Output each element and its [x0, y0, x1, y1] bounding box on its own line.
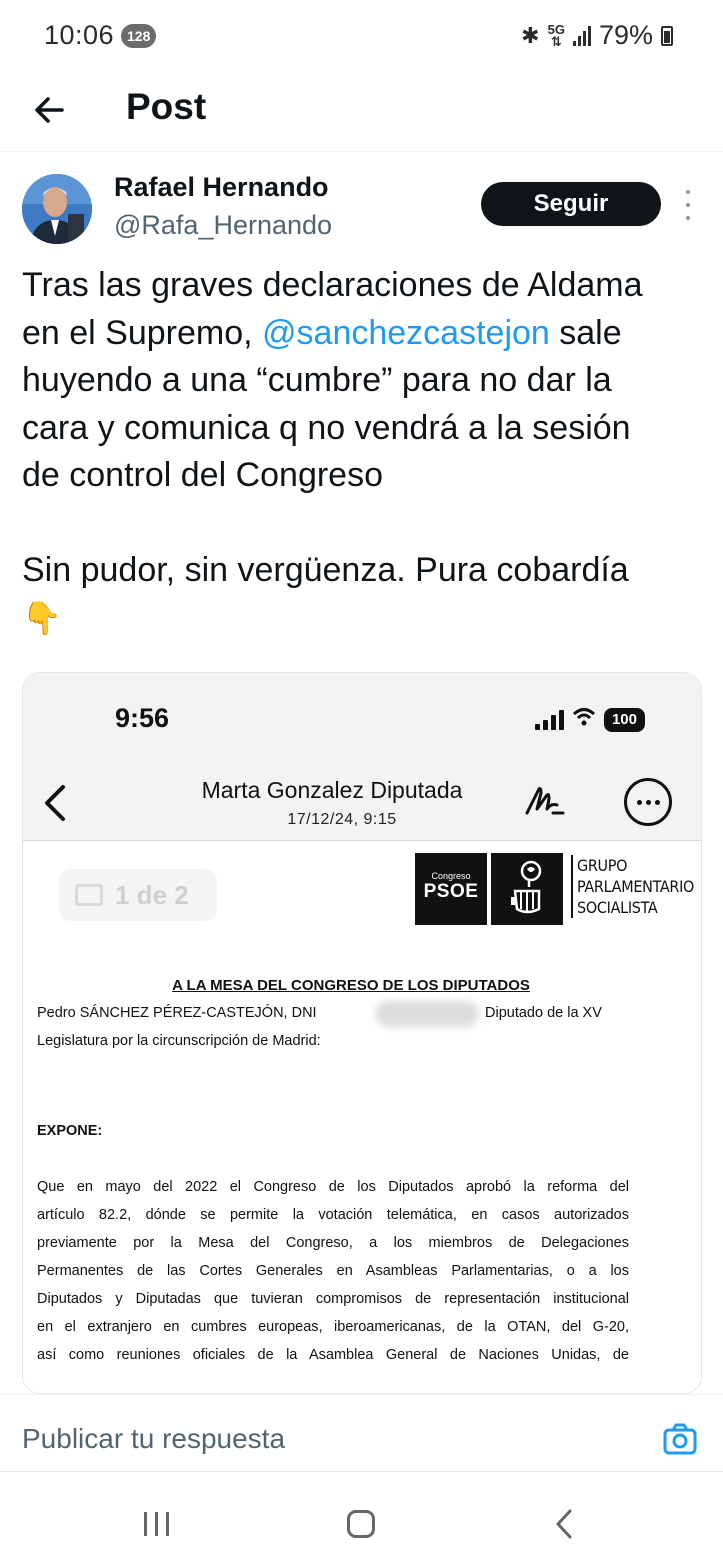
post-text-line: cara y comunica q no vendrá a la sesión	[22, 408, 631, 447]
document-text: Legislatura por la circunscripción de Ma…	[37, 1033, 321, 1049]
embedded-wifi-icon	[572, 707, 596, 733]
embedded-signal-icon	[534, 710, 564, 730]
embedded-document: 1 de 2 Congreso PSOE GRUPO PARLAMENTARIO…	[23, 841, 701, 1393]
embedded-signature-icon	[525, 787, 565, 815]
document-text: previamente por la Mesa del Congreso, a …	[37, 1235, 629, 1251]
post-text-line: Tras las graves declaraciones de Aldama	[22, 266, 643, 304]
signal-icon	[572, 25, 591, 46]
bluetooth-icon: ✱	[521, 22, 540, 48]
document-section-label: EXPONE:	[37, 1123, 103, 1139]
post-text-line: en el Supremo, @sanchezcastejon sale	[22, 313, 622, 352]
embedded-sender-name: Marta Gonzalez Diputada	[201, 777, 463, 803]
status-time: 10:06	[44, 20, 115, 50]
document-text: Que en mayo del 2022 el Congreso de los …	[37, 1179, 629, 1195]
post-text-line: Sin pudor, sin vergüenza. Pura cobardía	[22, 551, 629, 589]
system-navigation-bar	[0, 1472, 723, 1567]
back-arrow-icon[interactable]	[30, 90, 70, 130]
embedded-battery-icon: 100	[603, 708, 645, 732]
embedded-message-date: 17/12/24, 9:15	[287, 811, 397, 828]
post-text-line: de control del Congreso	[22, 456, 384, 494]
post-author-row: Rafael Hernando @Rafa_Hernando Seguir	[0, 164, 723, 254]
reply-composer[interactable]: Publicar tu respuesta	[0, 1394, 723, 1472]
post-body: Tras las graves declaraciones de Aldama …	[22, 262, 712, 642]
rose-fist-logo-icon	[491, 853, 563, 925]
network-type-icon: 5G ⇅	[547, 21, 565, 49]
page-title: Post	[126, 86, 207, 127]
embedded-status-icons: 100	[534, 707, 645, 733]
author-handle[interactable]: @Rafa_Hernando	[114, 210, 332, 241]
pointing-down-emoji-icon: 👇	[22, 599, 62, 636]
status-bar: 10:06 128 ✱ 5G ⇅ 79%	[0, 0, 723, 72]
document-text: Diputados y Diputadas que tuvieran compr…	[37, 1291, 629, 1307]
document-text: artículo 82.2, dónde se permite la votac…	[37, 1207, 629, 1223]
battery-icon	[661, 25, 673, 46]
redacted-dni	[375, 1001, 479, 1027]
document-text: Permanentes de las Cortes Generales en A…	[37, 1263, 629, 1279]
home-icon[interactable]	[347, 1510, 375, 1538]
document-text: Pedro SÁNCHEZ PÉREZ-CASTEJÓN, DNI	[37, 1005, 317, 1021]
battery-percent: 79%	[598, 20, 653, 50]
page-icon	[75, 884, 103, 906]
system-back-icon[interactable]	[552, 1508, 576, 1540]
embedded-more-icon	[624, 778, 672, 826]
mention-link[interactable]: @sanchezcastejon	[262, 314, 550, 352]
document-text: así como reuniones oficiales de la Asamb…	[37, 1347, 629, 1363]
reply-input[interactable]: Publicar tu respuesta	[22, 1423, 285, 1455]
document-text: Diputado de la XV	[485, 1005, 602, 1021]
page-indicator-text: 1 de 2	[115, 879, 189, 910]
embedded-status-bar: 9:56 100	[23, 673, 701, 757]
post-text-line: huyendo a una “cumbre” para no dar la	[22, 361, 612, 399]
post-media-image[interactable]: 9:56 100 Marta Gonzalez Diputada 17/12/2…	[22, 672, 702, 1394]
follow-button[interactable]: Seguir	[481, 182, 661, 226]
post-emoji-line: 👇	[22, 595, 712, 643]
author-name[interactable]: Rafael Hernando	[114, 172, 329, 203]
embedded-status-time: 9:56	[115, 703, 170, 733]
recents-icon[interactable]	[144, 1512, 169, 1536]
notification-count-badge: 128	[121, 24, 157, 48]
psoe-logo: Congreso PSOE	[415, 853, 487, 925]
group-name-logo: GRUPO PARLAMENTARIO SOCIALISTA	[571, 855, 694, 918]
more-options-icon[interactable]	[678, 190, 698, 220]
status-icons: ✱ 5G ⇅ 79%	[521, 20, 673, 51]
document-text: en el extranjero en cumbres europeas, ib…	[37, 1319, 629, 1335]
post-text-spacer	[22, 500, 712, 548]
page-indicator: 1 de 2	[59, 869, 217, 921]
embedded-chat-header: Marta Gonzalez Diputada 17/12/24, 9:15	[23, 757, 701, 841]
document-heading: A LA MESA DEL CONGRESO DE LOS DIPUTADOS	[172, 977, 530, 994]
top-app-bar: Post	[0, 72, 723, 152]
avatar[interactable]	[22, 174, 92, 244]
camera-icon[interactable]	[662, 1421, 698, 1457]
